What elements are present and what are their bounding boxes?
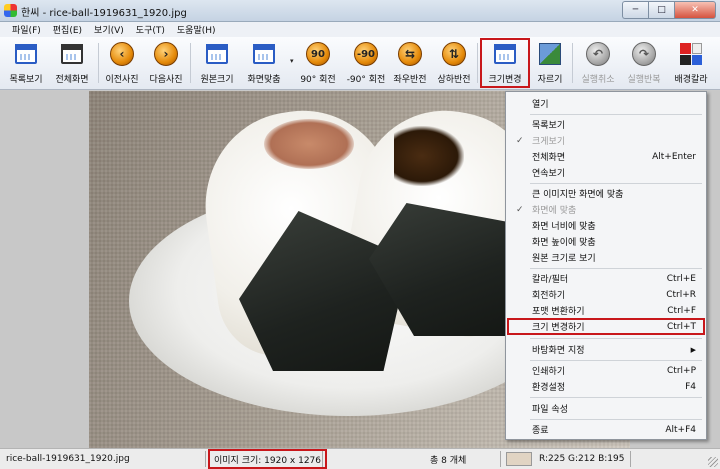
fit-screen-label: 화면맞춤 <box>247 75 281 85</box>
next-photo-label: 다음사진 <box>149 75 183 85</box>
flip-vertical-icon: ⇅ <box>441 41 467 67</box>
ctx-continuous-view[interactable]: 연속보기 <box>508 165 704 180</box>
ctx-set-wallpaper[interactable]: 바탕화면 지정 ▶ <box>508 342 704 357</box>
fit-screen-button[interactable]: 화면맞춤 <box>244 39 284 87</box>
maximize-button[interactable]: □ <box>648 1 674 19</box>
ctx-fit-screen[interactable]: ✓ 화면에 맞춤 <box>508 202 704 217</box>
menu-tools[interactable]: 도구(T) <box>130 23 171 36</box>
close-button[interactable]: ✕ <box>674 1 716 19</box>
crop-icon <box>537 41 563 67</box>
ctx-exit[interactable]: 종료 Alt+F4 <box>508 422 704 437</box>
fit-screen-dropdown-icon[interactable]: ▾ <box>290 57 294 65</box>
original-size-icon <box>204 41 230 67</box>
menu-edit[interactable]: 편집(E) <box>47 23 88 36</box>
list-view-icon <box>13 41 39 67</box>
rotate-neg90-label: -90° 회전 <box>346 75 386 85</box>
status-pixel-rgb: R:225 G:212 B:195 <box>539 454 625 464</box>
menu-file[interactable]: 파일(F) <box>6 23 47 36</box>
menu-bar: 파일(F) 편집(E) 보기(V) 도구(T) 도움말(H) <box>0 22 720 37</box>
status-bar: rice-ball-1919631_1920.jpg 이미지 크기: 1920 … <box>0 448 720 469</box>
status-filename: rice-ball-1919631_1920.jpg <box>6 454 130 464</box>
ctx-fit-height[interactable]: 화면 높이에 맞춤 <box>508 234 704 249</box>
fullscreen-button[interactable]: 전체화면 <box>52 39 92 87</box>
app-icon[interactable] <box>4 4 17 17</box>
list-view-label: 목록보기 <box>9 75 43 85</box>
flip-horizontal-icon: ⇆ <box>397 41 423 67</box>
ctx-print[interactable]: 인쇄하기 Ctrl+P <box>508 363 704 378</box>
fullscreen-label: 전체화면 <box>55 75 89 85</box>
ctx-format-convert[interactable]: 포맷 변환하기 Ctrl+F <box>508 303 704 318</box>
fullscreen-icon <box>59 41 85 67</box>
toolbar-separator <box>98 43 99 83</box>
ctx-list-view[interactable]: 목록보기 <box>508 117 704 132</box>
redo-icon: ↷ <box>631 41 657 67</box>
redo-button[interactable]: ↷ 실행반복 <box>624 39 664 87</box>
rotate-neg90-button[interactable]: -90 -90° 회전 <box>343 39 389 87</box>
context-menu: 열기 목록보기 ✓ 크게보기 전체화면 Alt+Enter 연속보기 큰 이미지만… <box>505 91 707 440</box>
flip-vertical-button[interactable]: ⇅ 상하반전 <box>434 39 474 87</box>
status-object-count: 총 8 개체 <box>430 455 467 466</box>
resize-icon <box>492 41 518 67</box>
redo-label: 실행반복 <box>627 75 661 85</box>
arrow-left-icon: ‹ <box>109 41 135 67</box>
status-image-size: 이미지 크기: 1920 x 1276 <box>207 449 328 469</box>
rotate-90-button[interactable]: 90 90° 회전 <box>297 39 339 87</box>
submenu-arrow-icon: ▶ <box>690 345 696 354</box>
ctx-open[interactable]: 열기 <box>508 96 704 111</box>
minimize-icon: ─ <box>632 5 639 15</box>
toolbar-separator <box>477 43 478 83</box>
fit-screen-icon <box>251 41 277 67</box>
window-controls: ─ □ ✕ <box>622 1 716 19</box>
ctx-color-filter[interactable]: 칼라/필터 Ctrl+E <box>508 271 704 286</box>
maximize-icon: □ <box>657 5 666 15</box>
arrow-right-icon: › <box>153 41 179 67</box>
close-icon: ✕ <box>691 5 699 15</box>
rotate-cw-icon: 90 <box>305 41 331 67</box>
check-icon: ✓ <box>516 135 524 146</box>
flip-horizontal-label: 좌우반전 <box>393 75 427 85</box>
ctx-fit-large-only[interactable]: 큰 이미지만 화면에 맞춤 <box>508 186 704 201</box>
menu-view[interactable]: 보기(V) <box>88 23 130 36</box>
ctx-original-size[interactable]: 원본 크기로 보기 <box>508 250 704 265</box>
rotate-ccw-icon: -90 <box>353 41 379 67</box>
ctx-large-view[interactable]: ✓ 크게보기 <box>508 133 704 148</box>
bg-color-button[interactable]: 배경칼라 <box>669 39 713 87</box>
kombu-topping <box>394 126 464 186</box>
rotate-90-label: 90° 회전 <box>300 75 336 85</box>
flip-horizontal-button[interactable]: ⇆ 좌우반전 <box>391 39 429 87</box>
next-photo-button[interactable]: › 다음사진 <box>148 39 184 87</box>
toolbar: 목록보기 전체화면 ‹ 이전사진 › 다음사진 원본크기 화면맞춤 ▾ 90 9… <box>0 37 720 90</box>
crop-button[interactable]: 자르기 <box>534 39 566 87</box>
toolbar-separator <box>572 43 573 83</box>
resize-button[interactable]: 크기변경 <box>480 38 530 88</box>
list-view-button[interactable]: 목록보기 <box>8 39 44 87</box>
original-size-label: 원본크기 <box>200 75 234 85</box>
check-icon: ✓ <box>516 204 524 215</box>
prev-photo-button[interactable]: ‹ 이전사진 <box>104 39 140 87</box>
undo-label: 실행취소 <box>581 75 615 85</box>
ctx-resize[interactable]: 크기 변경하기 Ctrl+T <box>507 318 705 335</box>
ctx-file-properties[interactable]: 파일 속성 <box>508 401 704 416</box>
tuna-topping <box>264 119 354 169</box>
title-bar: 한씨 - rice-ball-1919631_1920.jpg ─ □ ✕ <box>0 0 720 22</box>
original-size-button[interactable]: 원본크기 <box>197 39 237 87</box>
minimize-button[interactable]: ─ <box>622 1 648 19</box>
undo-button[interactable]: ↶ 실행취소 <box>578 39 618 87</box>
menu-help[interactable]: 도움말(H) <box>171 23 222 36</box>
window-title: 한씨 - rice-ball-1919631_1920.jpg <box>21 8 187 19</box>
undo-icon: ↶ <box>585 41 611 67</box>
prev-photo-label: 이전사진 <box>105 75 139 85</box>
pixel-color-swatch <box>506 452 532 466</box>
color-grid-icon <box>678 41 704 67</box>
flip-vertical-label: 상하반전 <box>437 75 471 85</box>
crop-label: 자르기 <box>537 75 563 85</box>
toolbar-separator <box>190 43 191 83</box>
ctx-fit-width[interactable]: 화면 너비에 맞춤 <box>508 218 704 233</box>
ctx-settings[interactable]: 환경설정 F4 <box>508 379 704 394</box>
resize-grip-icon[interactable] <box>708 457 718 467</box>
ctx-fullscreen[interactable]: 전체화면 Alt+Enter <box>508 149 704 164</box>
resize-label: 크기변경 <box>488 75 522 85</box>
bg-color-label: 배경칼라 <box>674 75 708 85</box>
ctx-rotate[interactable]: 회전하기 Ctrl+R <box>508 287 704 302</box>
